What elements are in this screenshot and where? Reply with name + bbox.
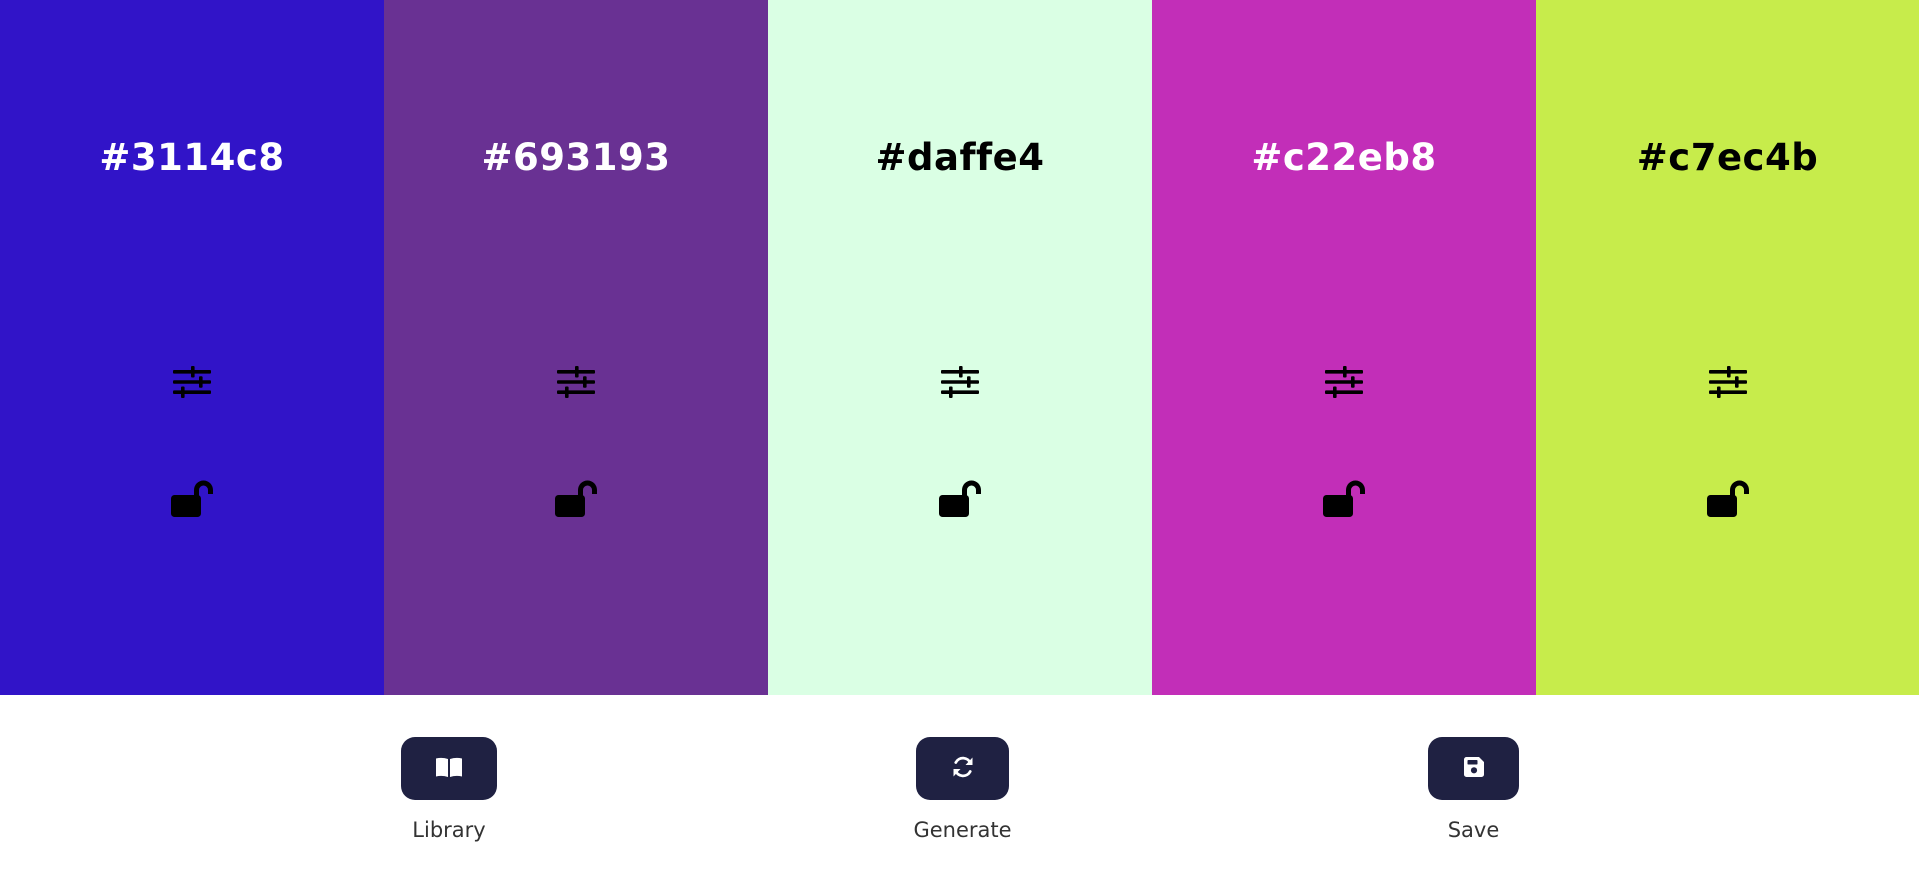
library-control: Library	[401, 695, 497, 842]
lock-button[interactable]	[934, 473, 986, 525]
color-column-2: #693193	[384, 0, 768, 695]
sliders-icon	[1708, 366, 1747, 398]
generate-label: Generate	[913, 818, 1012, 842]
lock-button[interactable]	[166, 473, 218, 525]
hex-label[interactable]: #c7ec4b	[1536, 136, 1919, 179]
lock-button[interactable]	[1702, 473, 1754, 525]
adjust-button[interactable]	[1318, 356, 1370, 408]
unlock-icon	[171, 479, 213, 519]
color-columns: #3114c8 #693193 #daffe4 #c22eb8 #c7ec4b	[0, 0, 1919, 695]
lock-button[interactable]	[550, 473, 602, 525]
save-control: Save	[1428, 695, 1519, 842]
sliders-icon	[557, 366, 595, 398]
hex-label[interactable]: #c22eb8	[1152, 136, 1536, 179]
unlock-icon	[1706, 479, 1749, 519]
save-label: Save	[1447, 818, 1500, 842]
color-column-1: #3114c8	[0, 0, 384, 695]
book-open-icon	[436, 757, 462, 780]
refresh-icon	[951, 755, 975, 782]
adjust-button[interactable]	[934, 356, 986, 408]
unlock-icon	[555, 479, 597, 519]
adjust-button[interactable]	[550, 356, 602, 408]
color-column-5: #c7ec4b	[1536, 0, 1919, 695]
sliders-icon	[941, 366, 979, 398]
sliders-icon	[1325, 366, 1363, 398]
hex-label[interactable]: #3114c8	[0, 136, 384, 179]
hex-label[interactable]: #daffe4	[768, 136, 1152, 179]
palette-generator-app: #3114c8 #693193 #daffe4 #c22eb8 #c7ec4b …	[0, 0, 1919, 869]
library-label: Library	[412, 818, 486, 842]
generate-control: Generate	[913, 695, 1012, 842]
lock-button[interactable]	[1318, 473, 1370, 525]
save-icon	[1463, 757, 1484, 780]
bottom-panel: Library Generate Save	[0, 695, 1919, 869]
unlock-icon	[1323, 479, 1365, 519]
sliders-icon	[173, 366, 211, 398]
unlock-icon	[939, 479, 981, 519]
save-button[interactable]	[1428, 737, 1519, 800]
library-button[interactable]	[401, 737, 497, 800]
hex-label[interactable]: #693193	[384, 136, 768, 179]
color-column-3: #daffe4	[768, 0, 1152, 695]
adjust-button[interactable]	[1702, 356, 1754, 408]
generate-button[interactable]	[916, 737, 1009, 800]
adjust-button[interactable]	[166, 356, 218, 408]
color-column-4: #c22eb8	[1152, 0, 1536, 695]
